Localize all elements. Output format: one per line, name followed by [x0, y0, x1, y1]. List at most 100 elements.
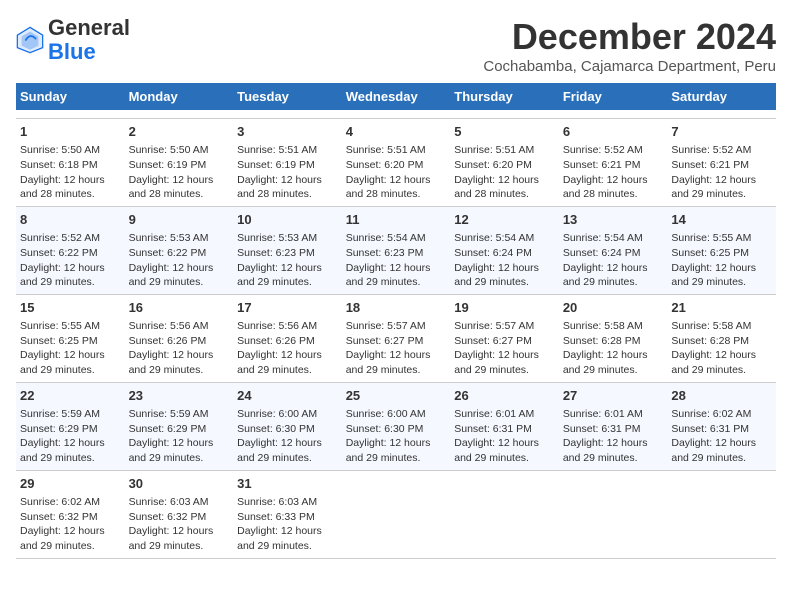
sunset: Sunset: 6:21 PM	[563, 159, 641, 171]
sunrise: Sunrise: 5:59 AM	[20, 408, 100, 420]
calendar-cell: 20Sunrise: 5:58 AMSunset: 6:28 PMDayligh…	[559, 294, 668, 382]
sunrise: Sunrise: 5:52 AM	[20, 232, 100, 244]
daylight: Daylight: 12 hours and 29 minutes.	[20, 525, 105, 552]
sunset: Sunset: 6:24 PM	[454, 247, 532, 259]
calendar-week-5: 29 Sunrise: 6:02 AM Sunset: 6:32 PM Dayligh…	[16, 470, 776, 558]
daylight: Daylight: 12 hours and 29 minutes.	[671, 437, 756, 464]
calendar-cell: 10Sunrise: 5:53 AMSunset: 6:23 PMDayligh…	[233, 206, 342, 294]
calendar-table: SundayMondayTuesdayWednesdayThursdayFrid…	[16, 83, 776, 559]
calendar-cell	[667, 110, 776, 119]
day-number: 29	[20, 475, 121, 493]
calendar-cell	[125, 110, 234, 119]
month-title: December 2024	[483, 16, 776, 58]
sunset: Sunset: 6:31 PM	[563, 423, 641, 435]
day-number: 12	[454, 211, 555, 229]
sunset: Sunset: 6:31 PM	[454, 423, 532, 435]
sunset: Sunset: 6:30 PM	[237, 423, 315, 435]
sunrise: Sunrise: 5:53 AM	[237, 232, 317, 244]
daylight: Daylight: 12 hours and 29 minutes.	[671, 174, 756, 201]
sunset: Sunset: 6:33 PM	[237, 511, 315, 523]
daylight: Daylight: 12 hours and 29 minutes.	[129, 349, 214, 376]
daylight: Daylight: 12 hours and 29 minutes.	[671, 349, 756, 376]
day-number: 14	[671, 211, 772, 229]
sunrise: Sunrise: 5:51 AM	[346, 144, 426, 156]
day-header-saturday: Saturday	[667, 83, 776, 110]
days-header-row: SundayMondayTuesdayWednesdayThursdayFrid…	[16, 83, 776, 110]
calendar-cell: 21 Sunrise: 5:58 AM Sunset: 6:28 PM Dayligh…	[667, 294, 776, 382]
day-number: 24	[237, 387, 338, 405]
calendar-cell: 17Sunrise: 5:56 AMSunset: 6:26 PMDayligh…	[233, 294, 342, 382]
sunset: Sunset: 6:25 PM	[671, 247, 749, 259]
title-area: December 2024 Cochabamba, Cajamarca Depa…	[483, 16, 776, 75]
day-number: 28	[671, 387, 772, 405]
sunrise: Sunrise: 5:57 AM	[346, 320, 426, 332]
daylight: Daylight: 12 hours and 29 minutes.	[563, 349, 648, 376]
calendar-cell: 11Sunrise: 5:54 AMSunset: 6:23 PMDayligh…	[342, 206, 451, 294]
daylight: Daylight: 12 hours and 29 minutes.	[346, 349, 431, 376]
day-number: 2	[129, 123, 230, 141]
sunrise: Sunrise: 5:57 AM	[454, 320, 534, 332]
calendar-cell	[342, 110, 451, 119]
day-number: 25	[346, 387, 447, 405]
sunrise: Sunrise: 6:02 AM	[20, 496, 100, 508]
calendar-week-3: 15Sunrise: 5:55 AMSunset: 6:25 PMDayligh…	[16, 294, 776, 382]
daylight: Daylight: 12 hours and 29 minutes.	[454, 262, 539, 289]
logo-text: General Blue	[48, 16, 130, 64]
day-number: 10	[237, 211, 338, 229]
sunset: Sunset: 6:26 PM	[129, 335, 207, 347]
daylight: Daylight: 12 hours and 28 minutes.	[129, 174, 214, 201]
calendar-cell	[233, 110, 342, 119]
calendar-cell: 25 Sunrise: 6:00 AM Sunset: 6:30 PM Dayligh…	[342, 382, 451, 470]
calendar-cell: 6Sunrise: 5:52 AMSunset: 6:21 PMDaylight…	[559, 119, 668, 207]
sunrise: Sunrise: 5:54 AM	[454, 232, 534, 244]
calendar-cell: 28Sunrise: 6:02 AMSunset: 6:31 PMDayligh…	[667, 382, 776, 470]
sunrise: Sunrise: 6:01 AM	[454, 408, 534, 420]
sunrise: Sunrise: 6:00 AM	[237, 408, 317, 420]
calendar-cell: 30Sunrise: 6:03 AMSunset: 6:32 PMDayligh…	[125, 470, 234, 558]
sunrise: Sunrise: 5:51 AM	[237, 144, 317, 156]
day-number: 9	[129, 211, 230, 229]
sunrise: Sunrise: 6:03 AM	[237, 496, 317, 508]
sunrise: Sunrise: 5:51 AM	[454, 144, 534, 156]
sunrise: Sunrise: 6:00 AM	[346, 408, 426, 420]
day-number: 23	[129, 387, 230, 405]
sunset: Sunset: 6:29 PM	[129, 423, 207, 435]
daylight: Daylight: 12 hours and 29 minutes.	[563, 437, 648, 464]
daylight: Daylight: 12 hours and 28 minutes.	[237, 174, 322, 201]
day-header-friday: Friday	[559, 83, 668, 110]
sunset: Sunset: 6:20 PM	[346, 159, 424, 171]
sunrise: Sunrise: 5:53 AM	[129, 232, 209, 244]
day-number: 6	[563, 123, 664, 141]
sunrise: Sunrise: 5:58 AM	[671, 320, 751, 332]
day-header-monday: Monday	[125, 83, 234, 110]
header: General Blue December 2024 Cochabamba, C…	[16, 16, 776, 75]
day-number: 11	[346, 211, 447, 229]
calendar-week-4: 22 Sunrise: 5:59 AM Sunset: 6:29 PM Dayligh…	[16, 382, 776, 470]
logo-blue: Blue	[48, 39, 96, 64]
day-number: 18	[346, 299, 447, 317]
day-number: 1	[20, 123, 121, 141]
sunrise: Sunrise: 5:50 AM	[20, 144, 100, 156]
day-number: 4	[346, 123, 447, 141]
sunset: Sunset: 6:27 PM	[346, 335, 424, 347]
day-number: 22	[20, 387, 121, 405]
calendar-cell: 22Sunrise: 5:59 AMSunset: 6:29 PMDayligh…	[16, 382, 125, 470]
day-number: 21	[671, 299, 772, 317]
daylight: Daylight: 12 hours and 29 minutes.	[346, 437, 431, 464]
calendar-cell: 18 Sunrise: 5:57 AM Sunset: 6:27 PM Dayligh…	[342, 294, 451, 382]
sunset: Sunset: 6:28 PM	[671, 335, 749, 347]
subtitle: Cochabamba, Cajamarca Department, Peru	[483, 58, 776, 75]
sunrise: Sunrise: 5:58 AM	[563, 320, 643, 332]
sunset: Sunset: 6:25 PM	[20, 335, 98, 347]
sunset: Sunset: 6:30 PM	[346, 423, 424, 435]
sunrise: Sunrise: 6:03 AM	[129, 496, 209, 508]
sunset: Sunset: 6:28 PM	[563, 335, 641, 347]
daylight: Daylight: 12 hours and 29 minutes.	[454, 349, 539, 376]
calendar-cell: 16Sunrise: 5:56 AMSunset: 6:26 PMDayligh…	[125, 294, 234, 382]
sunset: Sunset: 6:29 PM	[20, 423, 98, 435]
sunset: Sunset: 6:32 PM	[20, 511, 98, 523]
calendar-cell	[16, 110, 125, 119]
logo-general: General	[48, 15, 130, 40]
calendar-week-0	[16, 110, 776, 119]
calendar-cell: 2Sunrise: 5:50 AMSunset: 6:19 PMDaylight…	[125, 119, 234, 207]
